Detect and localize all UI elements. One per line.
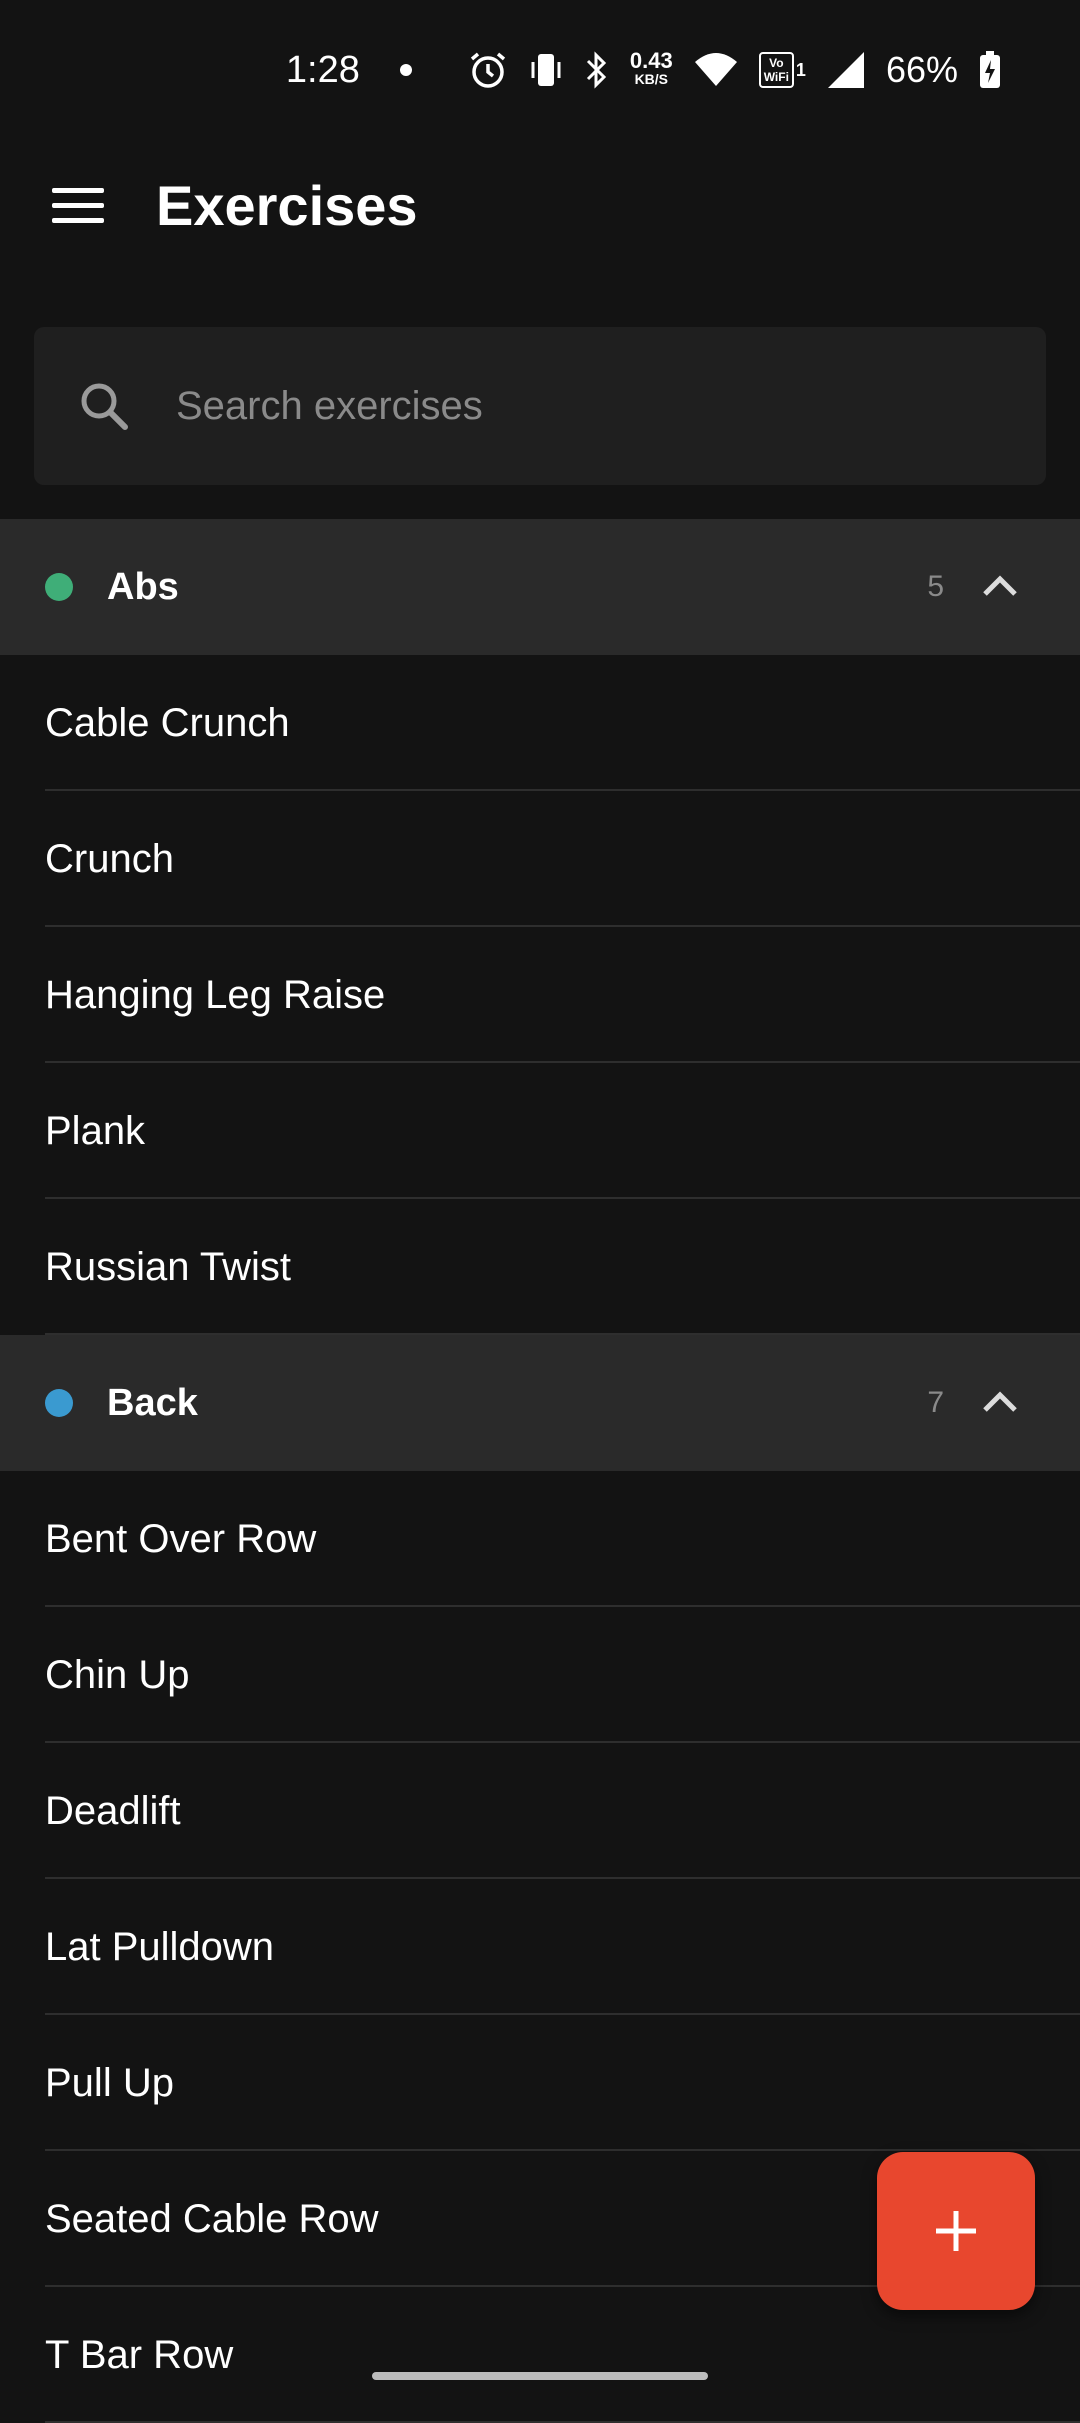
- app-bar: Exercises: [0, 140, 1080, 270]
- home-gesture-bar[interactable]: [372, 2372, 708, 2380]
- list-item[interactable]: Cable Crunch: [0, 655, 1080, 791]
- section-title: Abs: [107, 565, 179, 608]
- cellular-signal-icon: [826, 48, 866, 92]
- network-speed: 0.43 KB/S: [629, 48, 673, 88]
- chevron-up-icon[interactable]: [972, 559, 1028, 615]
- category-color-dot: [45, 1389, 73, 1417]
- alarm-icon: [468, 48, 508, 92]
- section-header-abs[interactable]: Abs 5: [0, 519, 1080, 655]
- vowifi-label-top: Vo: [769, 56, 784, 70]
- list-item[interactable]: Chin Up: [0, 1607, 1080, 1743]
- status-time: 1:28: [285, 48, 360, 91]
- hamburger-menu-icon[interactable]: [38, 165, 118, 245]
- section-count: 7: [927, 1386, 944, 1419]
- search-input[interactable]: [174, 382, 934, 430]
- plus-icon: [936, 2211, 976, 2251]
- category-color-dot: [45, 573, 73, 601]
- notification-dot-icon: [399, 64, 412, 76]
- vowifi-number: 1: [795, 59, 806, 80]
- list-item[interactable]: Deadlift: [0, 1743, 1080, 1879]
- network-speed-value: 0.43: [629, 48, 673, 73]
- status-bar: 1:28 0.43 KB/S Vo WiFi 1 66%: [0, 0, 1080, 140]
- chevron-up-icon[interactable]: [972, 1375, 1028, 1431]
- section-header-back[interactable]: Back 7: [0, 1335, 1080, 1471]
- network-speed-unit: KB/S: [634, 71, 669, 87]
- exercise-list: Abs 5 Cable Crunch Crunch Hanging Leg Ra…: [0, 519, 1080, 2423]
- battery-charging-icon: [978, 48, 1002, 92]
- list-item[interactable]: Lat Pulldown: [0, 1879, 1080, 2015]
- vibrate-icon: [528, 48, 564, 92]
- wifi-icon: [693, 48, 739, 92]
- list-item[interactable]: Russian Twist: [0, 1199, 1080, 1335]
- add-exercise-button[interactable]: [877, 2152, 1035, 2310]
- list-item[interactable]: Pull Up: [0, 2015, 1080, 2151]
- page-title: Exercises: [156, 173, 418, 237]
- list-item[interactable]: Plank: [0, 1063, 1080, 1199]
- list-item[interactable]: Bent Over Row: [0, 1471, 1080, 1607]
- vowifi-label-bottom: WiFi: [763, 70, 789, 84]
- section-title: Back: [107, 1381, 198, 1424]
- section-count: 5: [927, 570, 944, 603]
- bluetooth-icon: [584, 48, 610, 92]
- list-item[interactable]: Crunch: [0, 791, 1080, 927]
- search-icon: [74, 376, 134, 436]
- vowifi-icon: Vo WiFi: [758, 52, 794, 88]
- search-box[interactable]: [34, 327, 1046, 485]
- list-item[interactable]: Hanging Leg Raise: [0, 927, 1080, 1063]
- battery-percent: 66%: [885, 49, 958, 90]
